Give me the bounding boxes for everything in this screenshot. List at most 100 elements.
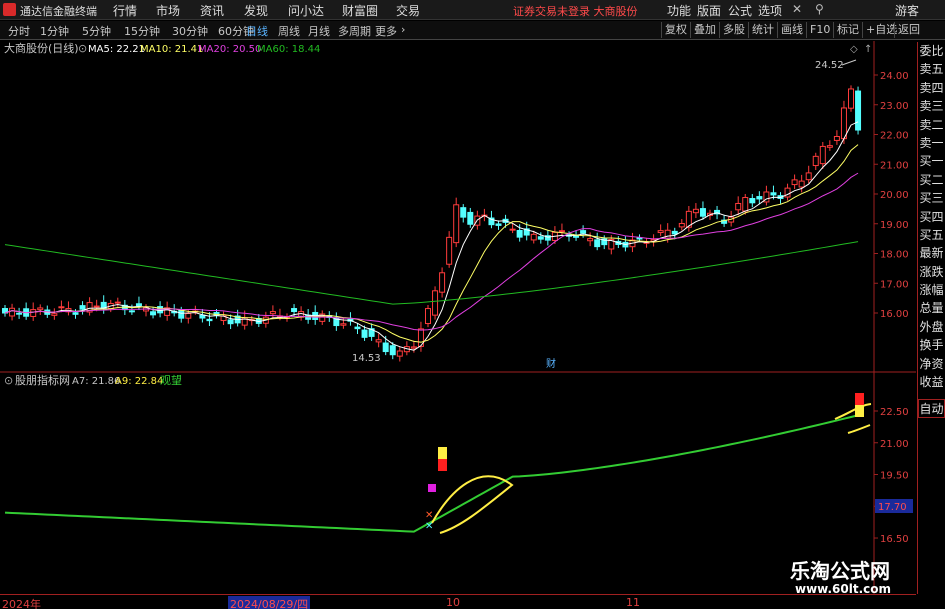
tab-30min[interactable]: 30分钟 [172, 23, 208, 39]
fuquan-button[interactable]: 复权 [661, 22, 690, 38]
login-alert[interactable]: 证券交易未登录 大商股份 [513, 3, 638, 19]
finance-marker[interactable]: 财 [546, 357, 556, 370]
candle-down [467, 211, 474, 225]
candle-down [150, 311, 157, 316]
low-price-label: 14.53 [352, 353, 381, 364]
side-outer[interactable]: 外盘 [918, 318, 945, 336]
candle-up [742, 197, 749, 212]
f10-button[interactable]: F10 [806, 22, 833, 38]
tab-1min[interactable]: 1分钟 [40, 23, 69, 39]
tab-multi[interactable]: 多周期 [338, 23, 371, 39]
menu-zixun[interactable]: 资讯 [200, 2, 224, 19]
sub-y-tick-label: 19.50 [880, 471, 909, 482]
candle-up [587, 238, 594, 242]
menu-caifuquan[interactable]: 财富圈 [342, 2, 378, 19]
candle-down [756, 196, 763, 200]
candle-up [410, 346, 417, 349]
ma5-line [4, 121, 859, 351]
sub-y-tick-label: 16.50 [880, 534, 909, 545]
side-change-pct[interactable]: 涨幅 [918, 281, 945, 299]
candle-down [580, 230, 587, 234]
candle-up [30, 309, 37, 317]
candle-up [530, 233, 537, 241]
main-y-tick-label: 16.00 [880, 309, 909, 320]
auto-button[interactable]: 自动 [918, 399, 945, 418]
candle-down [537, 236, 544, 240]
time-label-oct: 10 [446, 596, 460, 609]
side-earnings[interactable]: 收益 [918, 373, 945, 391]
candle-up [396, 350, 403, 357]
side-buy4[interactable]: 买四 [918, 208, 945, 226]
guest-label[interactable]: 游客 [895, 2, 919, 19]
candle-down [749, 198, 756, 204]
side-change[interactable]: 涨跌 [918, 263, 945, 281]
candle-up [692, 208, 699, 214]
side-weibi[interactable]: 委比 [918, 42, 945, 60]
sub-collapse-icon[interactable]: ⊙ [4, 374, 13, 387]
tab-15min[interactable]: 15分钟 [124, 23, 160, 39]
signal-top-red-marker [855, 393, 864, 405]
candle-down [135, 303, 142, 307]
candle-up [848, 88, 854, 109]
back-button[interactable]: 返回 [894, 22, 923, 38]
candle-up [819, 145, 826, 165]
candle-down [361, 329, 368, 338]
diejia-button[interactable]: 叠加 [690, 22, 719, 38]
side-sell2[interactable]: 卖二 [918, 116, 945, 134]
side-sell3[interactable]: 卖三 [918, 97, 945, 115]
main-y-tick-label: 19.00 [880, 220, 909, 231]
main-y-tick-label: 21.00 [880, 160, 909, 171]
side-sell1[interactable]: 卖一 [918, 134, 945, 152]
tab-5min[interactable]: 5分钟 [82, 23, 111, 39]
candle-up [812, 155, 819, 167]
side-turnover[interactable]: 换手 [918, 336, 945, 354]
time-label-nov: 11 [626, 596, 640, 609]
side-net-assets[interactable]: 净资 [918, 355, 945, 373]
chevron-right-icon[interactable]: › [401, 23, 405, 36]
menu-banmian[interactable]: 版面 [697, 2, 721, 19]
user-icon[interactable]: ⚲ [815, 2, 824, 16]
menu-hangqing[interactable]: 行情 [113, 2, 137, 19]
side-buy3[interactable]: 买三 [918, 189, 945, 207]
side-buy2[interactable]: 买二 [918, 171, 945, 189]
menu-jiaoyi[interactable]: 交易 [396, 2, 420, 19]
signal-top-yellow-marker [855, 405, 864, 417]
tongji-button[interactable]: 统计 [748, 22, 777, 38]
side-sell4[interactable]: 卖四 [918, 79, 945, 97]
side-sell5[interactable]: 卖五 [918, 60, 945, 78]
collapse-icon[interactable]: ⊙ [78, 42, 87, 55]
biaoji-button[interactable]: 标记 [833, 22, 862, 38]
menu-xuanxiang[interactable]: 选项 [758, 2, 782, 19]
tab-monthly[interactable]: 月线 [308, 23, 330, 39]
menu-gongneng[interactable]: 功能 [667, 2, 691, 19]
candle-up [833, 135, 840, 141]
menu-shichang[interactable]: 市场 [156, 2, 180, 19]
tab-weekly[interactable]: 周线 [278, 23, 300, 39]
side-latest[interactable]: 最新 [918, 244, 945, 262]
side-volume[interactable]: 总量 [918, 299, 945, 317]
tab-daily[interactable]: 日线 [246, 23, 268, 39]
side-buy1[interactable]: 买一 [918, 152, 945, 170]
kline-chart[interactable]: 24.00 23.00 22.00 21.00 20.00 19.00 18.00 17.00… [0, 41, 916, 594]
candle-up [340, 323, 347, 326]
indicator-status: 观望 [160, 374, 182, 387]
diamond-icon[interactable]: ◇ [850, 44, 858, 55]
tab-more[interactable]: 更多 [375, 23, 397, 39]
a7-label: A7: 21.86 [72, 376, 120, 387]
huaxian-button[interactable]: 画线 [777, 22, 806, 38]
main-y-tick-label: 22.00 [880, 131, 909, 142]
ma60-label: MA60: 18.44 [257, 44, 320, 55]
indicator-yellow-loop [431, 475, 514, 534]
tab-fenshi[interactable]: 分时 [8, 23, 30, 39]
candle-down [389, 345, 396, 356]
menu-wenxiaoda[interactable]: 问小达 [288, 2, 324, 19]
duogu-button[interactable]: 多股 [719, 22, 748, 38]
up-arrow-icon[interactable]: ↑ [864, 44, 872, 55]
sub-y-axis: 22.5021.0019.5018.0016.50 [874, 407, 909, 545]
menu-gongshi[interactable]: 公式 [728, 2, 752, 19]
side-buy5[interactable]: 买五 [918, 226, 945, 244]
watermark-title: 乐淘公式网 [790, 559, 890, 583]
time-axis: 2024年 2024/08/29/四 10 11 [0, 594, 916, 609]
lock-icon[interactable]: ✕ [792, 2, 802, 16]
menu-faxian[interactable]: 发现 [244, 2, 268, 19]
